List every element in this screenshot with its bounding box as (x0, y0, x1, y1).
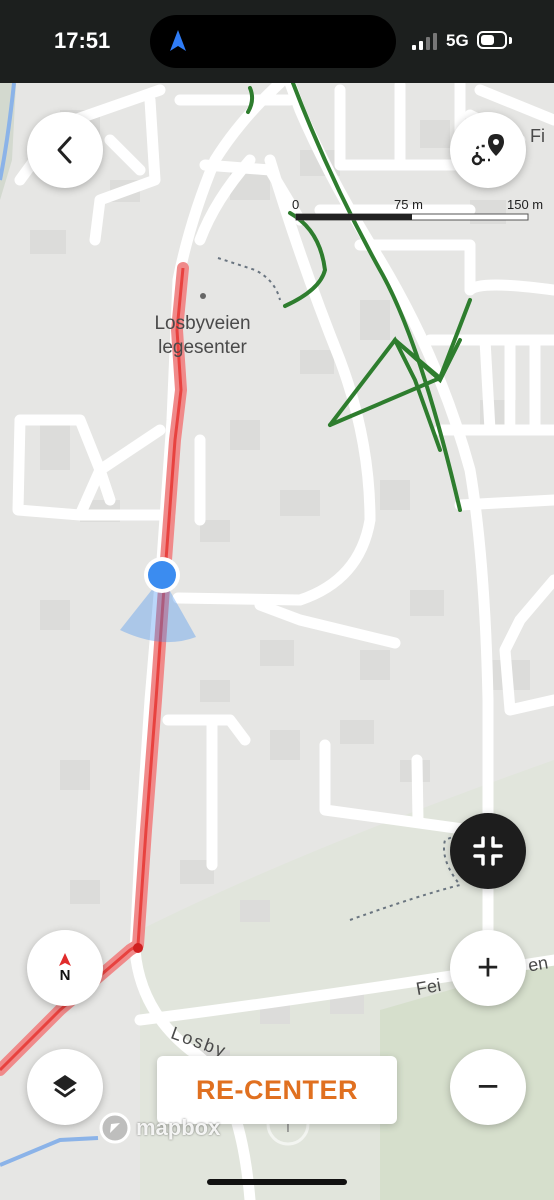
minus-icon: − (476, 1066, 500, 1108)
collapse-map-button[interactable] (450, 813, 526, 889)
zoom-in-button[interactable]: + (450, 930, 526, 1006)
status-bar: 17:51 5G (0, 0, 554, 83)
poi-marker (200, 293, 206, 299)
scale-bar (295, 213, 529, 221)
chevron-left-icon (57, 136, 72, 164)
mapbox-attribution[interactable]: mapbox (98, 1111, 220, 1145)
route-overview-button[interactable] (450, 112, 526, 188)
zoom-out-button[interactable]: − (450, 1049, 526, 1125)
network-type: 5G (446, 31, 469, 50)
route-waypoint (133, 943, 143, 953)
collapse-arrows-icon (473, 836, 503, 866)
mapbox-logo-icon (99, 1112, 131, 1144)
scale-label-mid: 75 m (394, 197, 423, 212)
street-label: en (526, 952, 550, 976)
navigation-arrow-icon (170, 30, 186, 51)
street-label: Fei (414, 974, 443, 1000)
scale-label-start: 0 (292, 197, 300, 212)
poi-label: Losbyveien legesenter (154, 313, 251, 358)
compass-label: N (59, 966, 71, 984)
route-pin-icon (471, 134, 504, 166)
layers-button[interactable] (27, 1049, 103, 1125)
signal-icon (412, 33, 437, 50)
scale-label-end: 150 m (507, 197, 544, 212)
back-button[interactable] (27, 112, 103, 188)
street-label: Fi (530, 126, 545, 146)
status-time: 17:51 (54, 28, 111, 53)
compass-button[interactable]: N (27, 930, 103, 1006)
compass-needle-icon (59, 952, 71, 966)
user-location-dot (148, 561, 176, 589)
home-indicator[interactable] (207, 1179, 347, 1185)
map-view[interactable]: i (0, 83, 554, 1200)
layers-icon (53, 1075, 77, 1098)
mapbox-wordmark: mapbox (136, 1115, 221, 1140)
dynamic-island (150, 15, 396, 68)
battery-icon (477, 31, 507, 49)
plus-icon: + (476, 947, 500, 989)
